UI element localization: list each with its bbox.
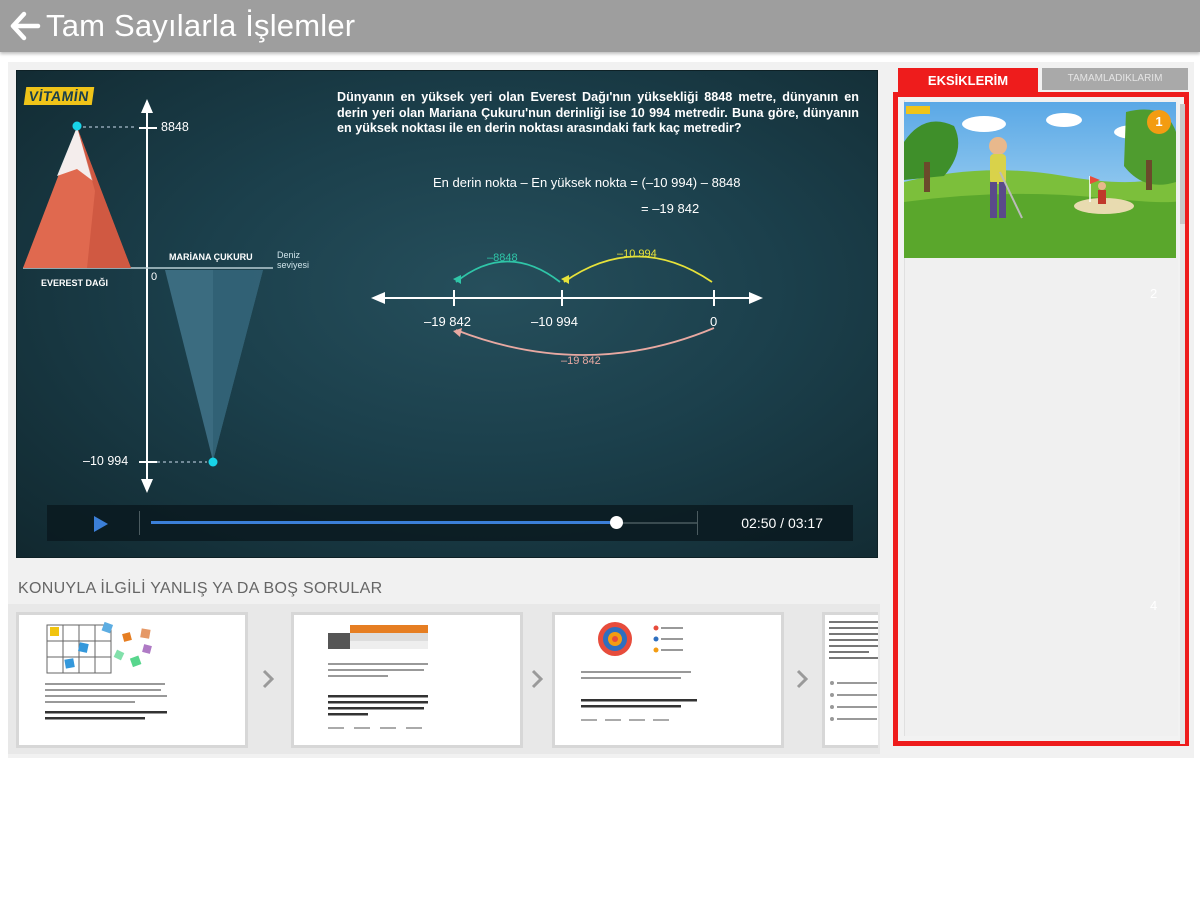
list-item-number: 2 (1150, 286, 1158, 301)
next-question-arrow[interactable] (530, 666, 546, 692)
question-card[interactable] (291, 612, 523, 748)
arc-label-yellow: –10 994 (617, 248, 657, 260)
everest-label: EVEREST DAĞI (41, 278, 109, 288)
axis-label-bottom: –10 994 (83, 454, 129, 468)
video-player[interactable]: VİTAMİN Dünyanın en yüksek yeri olan Eve… (16, 70, 878, 558)
top-app-bar: Tam Sayılarla İşlemler (0, 0, 1200, 52)
question-card-preview (581, 622, 697, 721)
seek-handle[interactable] (609, 516, 623, 529)
time-display: 02:50 / 03:17 (741, 515, 823, 531)
question-card[interactable] (822, 612, 878, 748)
question-card[interactable] (16, 612, 248, 748)
tab-tamamladiklarim[interactable]: TAMAMLADIKLARIM (1042, 68, 1188, 90)
equation-line-1: En derin nokta – En yüksek nokta = (–10 … (433, 175, 741, 190)
video-controls: 02:50 / 03:17 (47, 505, 853, 541)
play-button[interactable] (91, 514, 111, 534)
number-line-left: –19 842 (424, 314, 471, 329)
question-card-preview (45, 621, 167, 720)
controls-divider (139, 511, 140, 535)
arrow-left-icon (10, 11, 41, 41)
axis-label-top: 8848 (161, 120, 189, 134)
mariana-label: MARİANA ÇUKURU (169, 252, 253, 262)
next-question-arrow[interactable] (795, 666, 811, 692)
chevron-right-icon (262, 669, 275, 689)
chevron-right-icon (531, 669, 544, 689)
next-question-arrow[interactable] (261, 666, 277, 692)
tab-eksiklerim[interactable]: EKSİKLERİM (898, 68, 1038, 94)
seek-progress (151, 521, 616, 524)
number-line-middle: –10 994 (531, 314, 578, 329)
sea-level-label: Deniz seviyesi (277, 250, 310, 270)
page-title: Tam Sayılarla İşlemler (46, 8, 356, 43)
arc-label-green: –8848 (487, 252, 518, 264)
axis-label-zero: 0 (151, 271, 158, 283)
back-button[interactable] (8, 8, 44, 44)
question-card-preview (829, 621, 878, 721)
equation-line-2: = –19 842 (641, 201, 700, 216)
question-card[interactable] (552, 612, 784, 748)
number-line-right: 0 (710, 314, 718, 329)
controls-divider (697, 511, 698, 535)
scrollbar-thumb[interactable] (1180, 104, 1185, 224)
related-section-title: KONUYLA İLGİLİ YANLIŞ YA DA BOŞ SORULAR (18, 580, 383, 597)
chevron-right-icon (796, 669, 809, 689)
arc-label-pink: –19 842 (561, 355, 601, 367)
question-text: Dünyanın en yüksek yeri olan Everest Dağ… (337, 90, 859, 135)
play-icon (94, 516, 108, 532)
question-card-preview (328, 625, 428, 729)
list-item-number: 4 (1150, 598, 1158, 613)
video-thumbnail[interactable] (904, 102, 1176, 258)
video-number-badge: 1 (1147, 110, 1171, 134)
golf-scene-image (904, 102, 1176, 258)
seek-bar[interactable] (151, 505, 697, 541)
